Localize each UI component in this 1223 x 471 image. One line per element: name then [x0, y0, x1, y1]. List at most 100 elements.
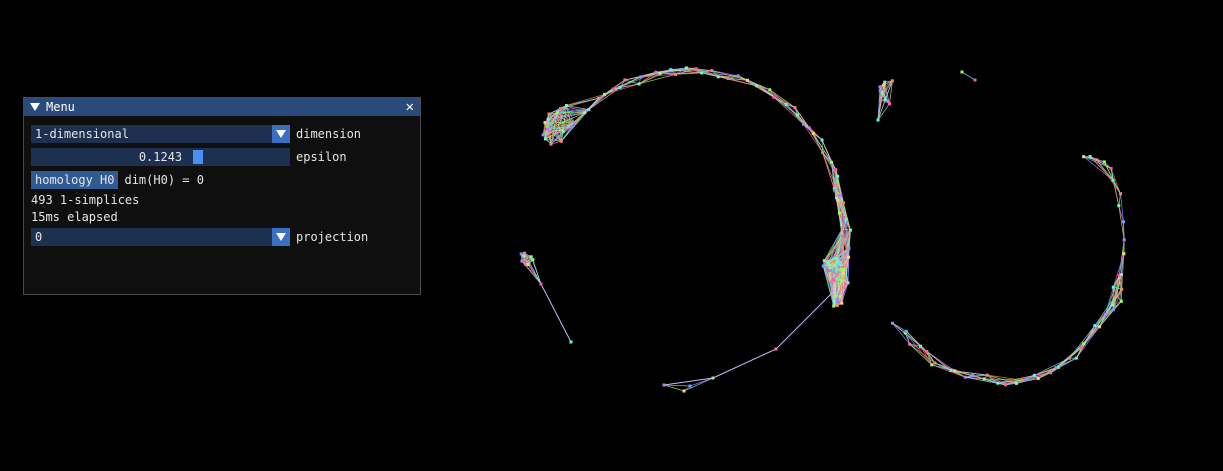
point-vertex — [547, 112, 551, 116]
point-vertex — [587, 108, 591, 112]
homology-button[interactable]: homology H0 — [31, 171, 119, 189]
point-vertex — [1111, 303, 1114, 307]
point-vertex — [1089, 333, 1093, 337]
point-vertex — [838, 295, 842, 298]
point-vertex — [1114, 293, 1118, 297]
point-vertex — [822, 259, 826, 263]
point-vertex — [840, 267, 844, 271]
point-vertex — [985, 373, 989, 377]
point-vertex — [930, 363, 934, 367]
point-vertex — [836, 300, 839, 304]
point-vertex — [543, 121, 547, 125]
point-vertex — [840, 234, 844, 238]
point-vertex — [716, 75, 720, 79]
projection-row: 0 projection — [31, 228, 368, 246]
point-vertex — [839, 194, 843, 197]
point-vertex — [795, 113, 799, 117]
point-vertex — [529, 255, 533, 259]
point-vertex — [835, 261, 839, 265]
point-vertex — [847, 246, 851, 250]
point-vertex — [1122, 238, 1126, 242]
point-vertex — [876, 118, 880, 122]
point-vertex — [883, 98, 887, 102]
point-vertex — [835, 272, 839, 276]
point-vertex — [682, 389, 686, 393]
point-vertex — [1119, 299, 1123, 303]
point-vertex — [878, 85, 882, 89]
point-vertex — [658, 71, 662, 75]
point-vertex — [832, 304, 836, 308]
point-vertex — [1120, 287, 1124, 291]
complex-edge — [1096, 159, 1121, 195]
point-vertex — [546, 117, 550, 121]
complex-edge — [1075, 326, 1100, 359]
point-vertex — [833, 183, 837, 187]
point-vertex — [841, 261, 845, 265]
point-vertex — [811, 131, 815, 135]
point-vertex — [1049, 371, 1053, 375]
point-vertex — [802, 122, 805, 126]
point-vertex — [835, 196, 838, 200]
point-vertex — [755, 84, 759, 88]
point-vertex — [674, 72, 677, 76]
point-vertex — [843, 264, 847, 268]
point-vertex — [559, 106, 562, 110]
point-vertex — [569, 340, 573, 344]
point-vertex — [982, 377, 986, 381]
menu-window[interactable]: Menu ✕ 1-dimensional dimension 0.1243 ep… — [23, 97, 421, 295]
point-vertex — [1097, 325, 1101, 329]
projection-label: projection — [296, 230, 369, 244]
point-vertex — [539, 282, 543, 286]
chevron-down-icon — [276, 233, 286, 241]
epsilon-value: 0.1243 — [138, 150, 183, 164]
point-vertex — [1082, 155, 1086, 159]
point-vertex — [830, 160, 834, 164]
point-vertex — [840, 227, 844, 231]
complex-edge — [1090, 309, 1114, 335]
dimension-combo[interactable]: 1-dimensional — [31, 125, 290, 143]
point-vertex — [1067, 356, 1071, 360]
homology-row: homology H0 dim(H0) = 0 — [31, 171, 204, 189]
point-vertex — [1032, 373, 1036, 377]
epsilon-slider-grab[interactable] — [193, 150, 203, 164]
complex-edge — [712, 348, 777, 379]
point-vertex — [949, 368, 953, 372]
collapse-icon[interactable] — [30, 103, 40, 111]
point-vertex — [1117, 204, 1121, 208]
projection-combo[interactable]: 0 — [31, 228, 290, 246]
complex-edge — [773, 96, 796, 108]
homology-result: dim(H0) = 0 — [124, 173, 204, 187]
point-vertex — [821, 151, 825, 155]
point-vertex — [519, 252, 523, 256]
menu-title-bar[interactable]: Menu ✕ — [24, 98, 420, 116]
point-vertex — [996, 381, 1000, 385]
point-vertex — [1036, 377, 1040, 380]
point-vertex — [925, 350, 929, 353]
point-vertex — [522, 254, 526, 258]
point-vertex — [1122, 252, 1126, 256]
epsilon-slider[interactable]: 0.1243 — [31, 148, 290, 166]
point-vertex — [883, 80, 887, 84]
point-vertex — [840, 279, 844, 283]
point-vertex — [774, 347, 778, 351]
point-vertex — [618, 85, 622, 89]
point-vertex — [832, 278, 836, 281]
close-icon[interactable]: ✕ — [406, 100, 414, 114]
point-vertex — [832, 259, 836, 263]
point-vertex — [891, 321, 894, 325]
point-vertex — [1095, 158, 1099, 162]
dimension-label: dimension — [296, 127, 362, 141]
point-vertex — [526, 263, 530, 266]
point-vertex — [844, 217, 848, 221]
point-vertex — [888, 102, 891, 106]
projection-dropdown-button[interactable] — [272, 228, 290, 246]
point-vertex — [700, 71, 704, 75]
point-vertex — [1015, 381, 1018, 385]
point-vertex — [846, 281, 850, 285]
dimension-dropdown-button[interactable] — [272, 125, 290, 143]
point-vertex — [1088, 155, 1092, 158]
point-vertex — [623, 78, 627, 82]
point-vertex — [834, 256, 838, 260]
point-vertex — [1119, 192, 1122, 196]
point-vertex — [597, 96, 601, 100]
